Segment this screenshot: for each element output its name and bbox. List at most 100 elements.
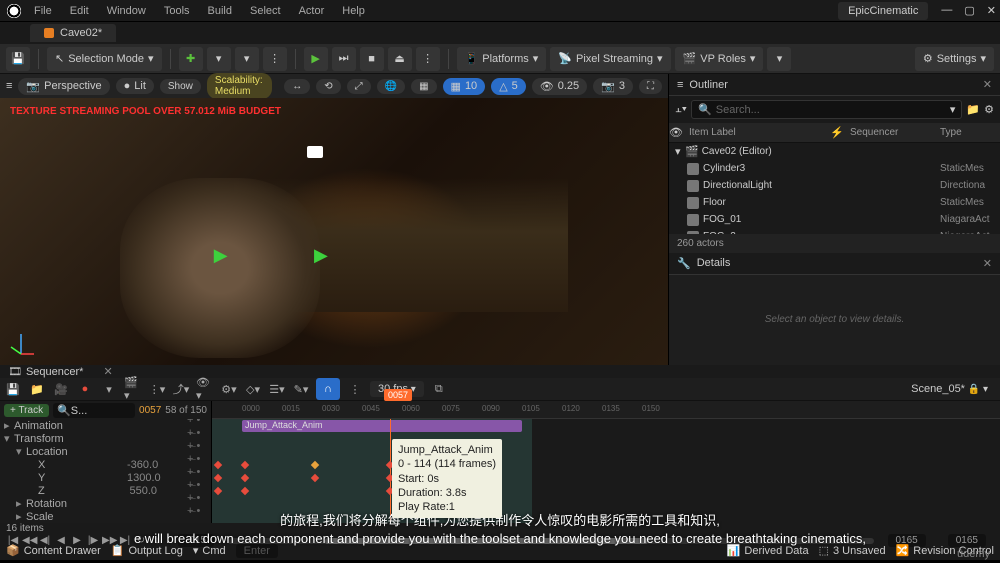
settings-button[interactable]: ⚙Settings▾ (915, 47, 994, 71)
gizmo-arrow-icon[interactable]: ▶ (214, 245, 228, 266)
track-row[interactable]: ▸Rotation+ • ← (0, 497, 211, 510)
autokey-button[interactable]: ∩ (316, 378, 340, 400)
playhead-line[interactable] (390, 419, 391, 523)
outliner-row[interactable]: DirectionalLightDirectiona (669, 177, 1000, 194)
render-movie-icon[interactable]: 🎥 (52, 380, 70, 398)
lit-button[interactable]: ●Lit (116, 78, 154, 94)
gear-icon[interactable]: ⚙ (984, 103, 994, 116)
play-opts-button[interactable]: ⋮ (416, 47, 440, 71)
key-shape-icon[interactable]: ◇▾ (244, 380, 262, 398)
record-icon[interactable]: ● (76, 380, 94, 398)
viewport-menu-icon[interactable]: ≡ (6, 80, 12, 92)
sequencer-tab[interactable]: 🎞 Sequencer* ✕ (0, 365, 1000, 378)
timeline-ruler[interactable]: 0000001500300045006000750090010501200135… (212, 401, 1000, 419)
outliner-tab[interactable]: ≡ Outliner ✕ (669, 74, 1000, 96)
viewport-expand-button[interactable]: ⛶ (639, 79, 662, 94)
close-icon[interactable]: ✕ (103, 365, 112, 378)
selection-mode-button[interactable]: ↖ Selection Mode ▾ (47, 47, 162, 71)
stop-button[interactable]: ■ (360, 47, 384, 71)
outliner-row[interactable]: FloorStaticMes (669, 194, 1000, 211)
snap-globe-button[interactable]: 🌐 (377, 79, 405, 94)
track-row[interactable]: Y1300.0+ • ← (0, 471, 211, 484)
show-button[interactable]: Show (160, 79, 201, 94)
menu-window[interactable]: Window (107, 5, 146, 17)
col-sequencer[interactable]: Sequencer (850, 127, 940, 138)
folder-icon[interactable]: 📁 (966, 103, 980, 116)
pixel-streaming-button[interactable]: 📡Pixel Streaming▾ (550, 47, 670, 71)
toggle-icon[interactable]: ⧉ (430, 380, 448, 398)
outliner-row[interactable]: Cylinder3StaticMes (669, 160, 1000, 177)
snap-rotate-button[interactable]: ⟲ (316, 79, 340, 94)
eject-button[interactable]: ⏏ (388, 47, 412, 71)
play-button[interactable]: ▶ (304, 47, 328, 71)
save-button[interactable]: 💾 (6, 47, 30, 71)
close-panel-icon[interactable]: ✕ (983, 78, 992, 91)
track-search-input[interactable]: 🔍S... (53, 403, 135, 418)
gizmo-arrow-icon[interactable]: ▶ (314, 245, 328, 266)
cinematics-button[interactable]: ▾ (235, 47, 259, 71)
col-label[interactable]: Item Label (683, 127, 830, 138)
menu-edit[interactable]: Edit (70, 5, 89, 17)
minimize-icon[interactable]: — (941, 4, 952, 17)
snap-surface-button[interactable]: ▦ (411, 79, 436, 94)
curve-icon[interactable]: ⤴▾ (172, 380, 190, 398)
ruler-tick: 0030 (322, 404, 340, 413)
track-row[interactable]: Z550.0+ • ← (0, 484, 211, 497)
more-icon[interactable]: ⋮ (346, 380, 364, 398)
clapper-icon[interactable]: 🎬▾ (124, 380, 142, 398)
angle-snap-button[interactable]: △5 (491, 78, 526, 95)
outliner-row[interactable]: FOG_01NiagaraAct (669, 211, 1000, 228)
skip-button[interactable]: ⏭ (332, 47, 356, 71)
menu-build[interactable]: Build (208, 5, 232, 17)
marker-icon[interactable]: ▾ (100, 380, 118, 398)
udemy-watermark: ûdemy (957, 548, 990, 560)
menu-select[interactable]: Select (250, 5, 281, 17)
outliner-root[interactable]: ▾ 🎬 Cave02 (Editor) (669, 143, 1000, 160)
level-tab[interactable]: Cave02* (30, 24, 116, 42)
menu-tools[interactable]: Tools (164, 5, 190, 17)
filter-icon[interactable]: ⫠▾ (675, 103, 687, 116)
track-row[interactable]: ▸Animation+ • ← (0, 419, 211, 432)
viewport-3d[interactable]: ▶ ▶ TEXTURE STREAMING POOL OVER 57.012 M… (0, 98, 668, 365)
outliner-search-input[interactable]: 🔍 Search... ▾ (691, 100, 962, 119)
track-row[interactable]: ▾Transform+ • ← (0, 432, 211, 445)
close-panel-icon[interactable]: ✕ (983, 257, 992, 270)
timeline[interactable]: 0057 00000015003000450060007500900105012… (212, 401, 1000, 523)
timeline-tracks[interactable]: Jump_Attack_Anim Jump_Attack_Anim 0 - 11… (212, 419, 1000, 523)
add-button[interactable]: ✚ (179, 47, 203, 71)
curve-interp-icon[interactable]: ✎▾ (292, 380, 310, 398)
browse-icon[interactable]: 📁 (28, 380, 46, 398)
menu-file[interactable]: File (34, 5, 52, 17)
ruler-tick: 0150 (642, 404, 660, 413)
details-tab[interactable]: 🔧 Details ✕ (669, 253, 1000, 275)
eye-icon[interactable]: 👁 (669, 126, 683, 139)
actions-icon[interactable]: ⋮▾ (148, 380, 166, 398)
menu-actor[interactable]: Actor (299, 5, 325, 17)
animation-clip[interactable]: Jump_Attack_Anim (242, 420, 522, 432)
cam-speed-button[interactable]: 👁0.25 (532, 78, 587, 95)
scene-name[interactable]: Scene_05* 🔒 ▾ (911, 383, 996, 395)
track-row[interactable]: X-360.0+ • ← (0, 458, 211, 471)
snap-icon[interactable]: ☰▾ (268, 380, 286, 398)
cam-count-button[interactable]: 📷3 (593, 78, 633, 95)
menu-help[interactable]: Help (342, 5, 365, 17)
toolbar-extra-button[interactable]: ▾ (767, 47, 791, 71)
scalability-button[interactable]: Scalability: Medium (207, 73, 272, 99)
grid-snap-button[interactable]: ▦10 (443, 78, 486, 95)
col-type[interactable]: Type (940, 127, 1000, 138)
track-row[interactable]: ▾Location+ • ← (0, 445, 211, 458)
platforms-button[interactable]: 📱Platforms▾ (457, 47, 547, 71)
more-button[interactable]: ⋮ (263, 47, 287, 71)
add-track-button[interactable]: + Track (4, 404, 49, 417)
project-button[interactable]: EpicCinematic (838, 2, 928, 20)
snap-scale-button[interactable]: ⤢ (347, 79, 371, 94)
close-icon[interactable]: ✕ (987, 4, 996, 17)
save-icon[interactable]: 💾 (4, 380, 22, 398)
maximize-icon[interactable]: ▢ (964, 4, 974, 17)
perspective-button[interactable]: 📷Perspective (18, 78, 109, 95)
blueprint-button[interactable]: ▾ (207, 47, 231, 71)
vp-roles-button[interactable]: 🎬VP Roles▾ (675, 47, 764, 71)
eye-icon[interactable]: 👁▾ (196, 380, 214, 398)
snap-move-button[interactable]: ↔ (284, 79, 310, 94)
lock-icon[interactable]: ⚙▾ (220, 380, 238, 398)
